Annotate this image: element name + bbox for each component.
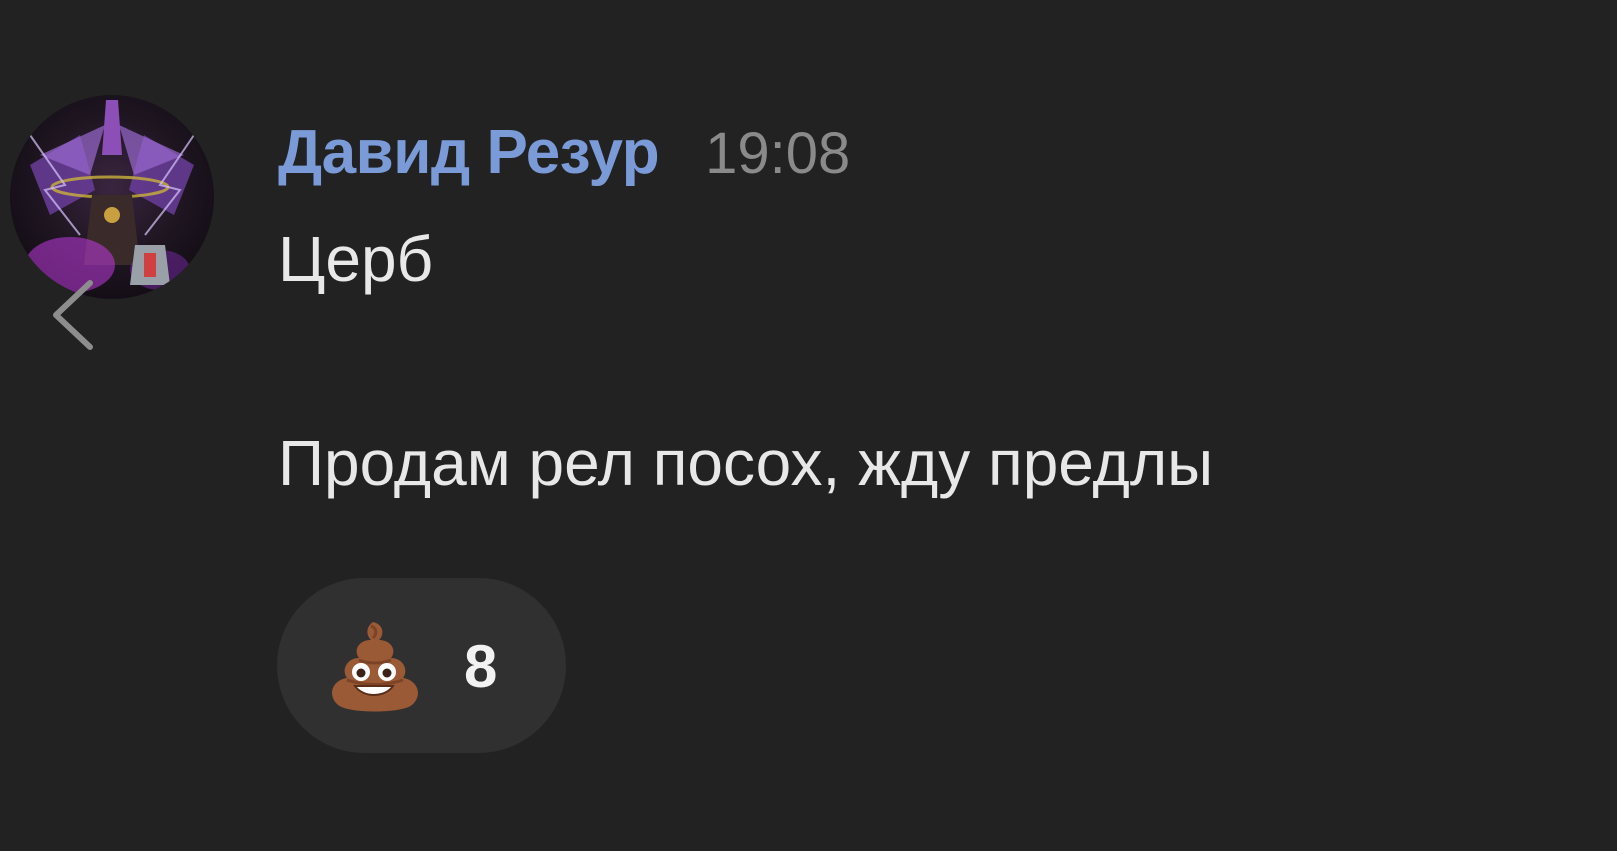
message-header: Давид Резур 19:08 [278,117,850,197]
reaction-count: 8 [464,633,498,700]
message-text-line: Продам рел посох, жду предлы [278,427,1214,499]
pile-of-poo-icon [332,622,418,712]
author-name[interactable]: Давид Резур [278,117,660,188]
reaction-button[interactable]: 8 [277,578,566,753]
chat-message: Давид Резур 19:08 Церб Продам рел посох,… [0,0,1617,851]
message-timestamp: 19:08 [705,121,851,186]
message-text-line: Церб [278,223,434,295]
avatar[interactable] [10,95,214,299]
back-chevron-icon[interactable] [46,275,106,355]
avatar-image [10,95,214,299]
